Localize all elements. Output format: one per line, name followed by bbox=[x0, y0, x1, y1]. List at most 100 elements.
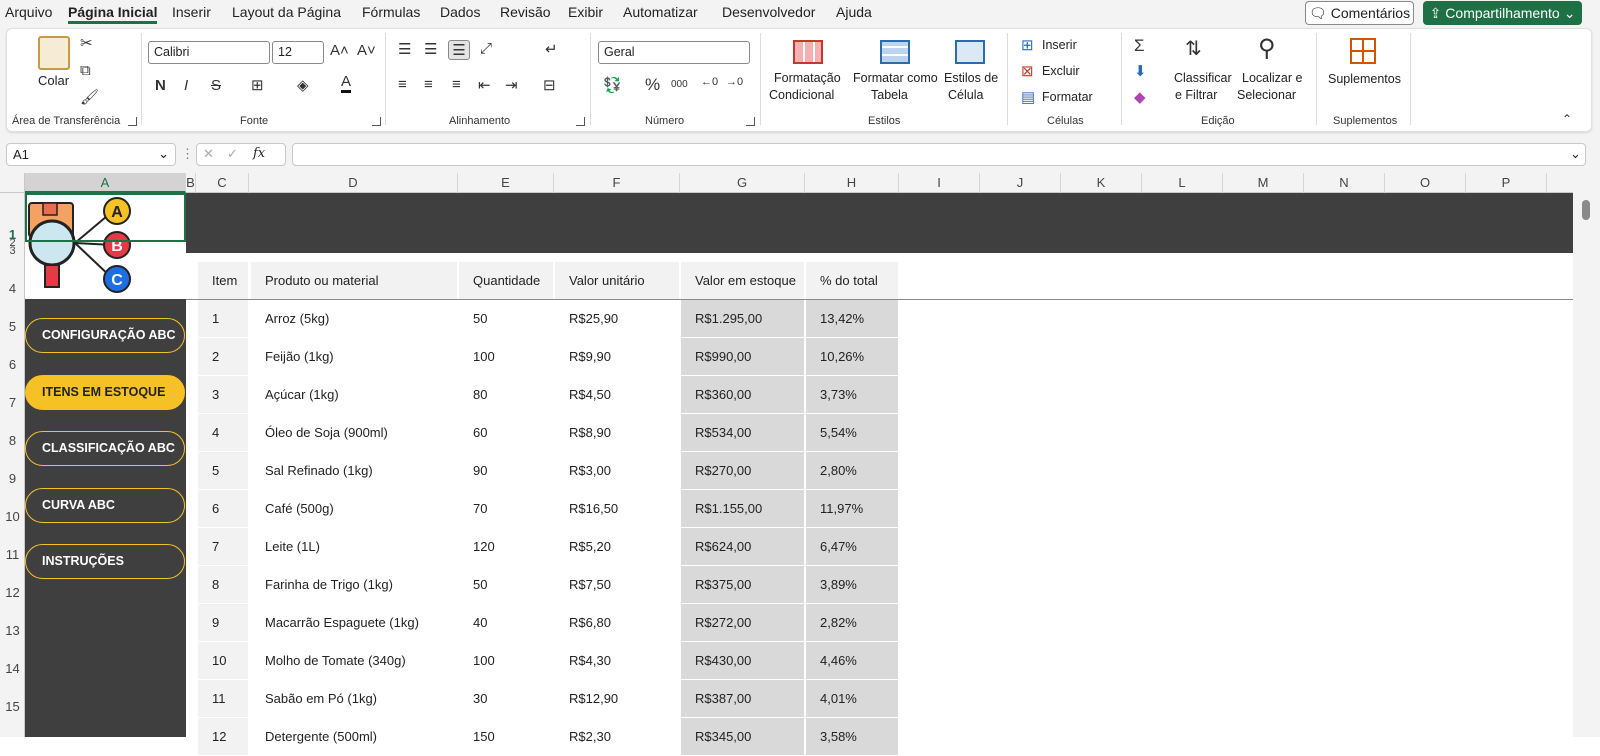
table-cell-quantidade[interactable]: 50 bbox=[459, 566, 553, 603]
table-cell-quantidade[interactable]: 100 bbox=[459, 338, 553, 375]
row-header-5[interactable]: 5 bbox=[0, 319, 25, 334]
nav-classificacao-abc[interactable]: CLASSIFICAÇÃO ABC bbox=[25, 431, 185, 466]
align-center-icon[interactable]: ≡ bbox=[424, 76, 433, 93]
row-header-13[interactable]: 13 bbox=[0, 623, 25, 638]
table-cell-percentual[interactable]: 3,73% bbox=[806, 376, 898, 413]
table-cell-valor-unitario[interactable]: R$4,50 bbox=[555, 376, 679, 413]
table-cell-percentual[interactable]: 11,97% bbox=[806, 490, 898, 527]
shrink-font-icon[interactable]: A˅ bbox=[357, 42, 376, 59]
menu-formulas[interactable]: Fórmulas bbox=[362, 4, 420, 20]
table-cell-percentual[interactable]: 5,54% bbox=[806, 414, 898, 451]
table-cell-produto[interactable]: Farinha de Trigo (1kg) bbox=[251, 566, 457, 603]
decrease-decimal-icon[interactable]: →0 bbox=[726, 76, 743, 88]
font-color-icon[interactable]: A bbox=[341, 74, 352, 93]
row-header-10[interactable]: 10 bbox=[0, 509, 25, 524]
orientation-icon[interactable]: ⤢ bbox=[480, 40, 492, 57]
table-header-item[interactable]: Item bbox=[198, 262, 248, 299]
table-cell-percentual[interactable]: 4,46% bbox=[806, 642, 898, 679]
table-cell-valor-unitario[interactable]: R$12,90 bbox=[555, 680, 679, 717]
table-cell-quantidade[interactable]: 50 bbox=[459, 300, 553, 337]
italic-button[interactable]: I bbox=[184, 77, 188, 94]
menu-arquivo[interactable]: Arquivo bbox=[5, 4, 52, 20]
table-cell-valor-estoque[interactable]: R$360,00 bbox=[681, 376, 804, 413]
share-button[interactable]: ⇪ Compartilhamento ⌄ bbox=[1423, 1, 1582, 25]
row-header-6[interactable]: 6 bbox=[0, 357, 25, 372]
row-header-12[interactable]: 12 bbox=[0, 585, 25, 600]
menu-inserir[interactable]: Inserir bbox=[172, 4, 211, 20]
cell-styles-icon[interactable] bbox=[955, 40, 985, 64]
menu-layout[interactable]: Layout da Página bbox=[232, 4, 341, 20]
menu-automatizar[interactable]: Automatizar bbox=[623, 4, 698, 20]
menu-desenvolvedor[interactable]: Desenvolvedor bbox=[722, 4, 815, 20]
menu-dados[interactable]: Dados bbox=[440, 4, 480, 20]
table-cell-quantidade[interactable]: 100 bbox=[459, 642, 553, 679]
column-header-k[interactable]: K bbox=[1061, 173, 1142, 193]
increase-indent-icon[interactable]: ⇥ bbox=[505, 76, 518, 94]
align-middle-icon[interactable]: ☰ bbox=[424, 40, 437, 58]
nav-itens-em-estoque[interactable]: ITENS EM ESTOQUE bbox=[25, 375, 185, 410]
sort-filter-icon[interactable]: ⇅ bbox=[1185, 36, 1202, 61]
table-cell-produto[interactable]: Arroz (5kg) bbox=[251, 300, 457, 337]
increase-decimal-icon[interactable]: ←0 bbox=[701, 76, 718, 88]
column-header-d[interactable]: D bbox=[249, 173, 458, 193]
conditional-format-icon[interactable] bbox=[793, 40, 823, 64]
table-cell-quantidade[interactable]: 60 bbox=[459, 414, 553, 451]
delete-cells-icon[interactable]: ⊠ bbox=[1021, 62, 1034, 80]
column-header-n[interactable]: N bbox=[1304, 173, 1385, 193]
table-cell-item[interactable]: 1 bbox=[198, 300, 248, 337]
table-cell-valor-unitario[interactable]: R$9,90 bbox=[555, 338, 679, 375]
select-all-corner[interactable] bbox=[0, 173, 25, 193]
expand-formula-icon[interactable]: ⌄ bbox=[1570, 146, 1581, 162]
column-header-i[interactable]: I bbox=[899, 173, 980, 193]
format-table-label2[interactable]: Tabela bbox=[871, 88, 908, 102]
nav-instrucoes[interactable]: INSTRUÇÕES bbox=[25, 544, 185, 579]
selected-cell-a1[interactable] bbox=[25, 193, 186, 242]
table-cell-valor-estoque[interactable]: R$1.295,00 bbox=[681, 300, 804, 337]
table-cell-quantidade[interactable]: 120 bbox=[459, 528, 553, 565]
table-header-valor-unitario[interactable]: Valor unitário bbox=[555, 262, 679, 299]
alignment-launcher-icon[interactable] bbox=[576, 117, 585, 126]
table-cell-valor-unitario[interactable]: R$8,90 bbox=[555, 414, 679, 451]
menu-pagina-inicial[interactable]: Página Inicial bbox=[68, 4, 158, 24]
name-box[interactable]: A1 ⌄ bbox=[6, 143, 176, 166]
table-cell-valor-unitario[interactable]: R$3,00 bbox=[555, 452, 679, 489]
table-cell-percentual[interactable]: 4,01% bbox=[806, 680, 898, 717]
table-cell-produto[interactable]: Feijão (1kg) bbox=[251, 338, 457, 375]
insert-cells-icon[interactable]: ⊞ bbox=[1021, 36, 1034, 54]
number-format-select[interactable]: Geral bbox=[598, 41, 750, 64]
table-cell-valor-unitario[interactable]: R$16,50 bbox=[555, 490, 679, 527]
table-cell-valor-estoque[interactable]: R$1.155,00 bbox=[681, 490, 804, 527]
row-header-14[interactable]: 14 bbox=[0, 661, 25, 676]
row-header-7[interactable]: 7 bbox=[0, 395, 25, 410]
sort-filter-label[interactable]: Classificar bbox=[1174, 71, 1232, 85]
copy-icon[interactable]: ⧉ bbox=[80, 62, 91, 79]
font-size-select[interactable]: 12 bbox=[272, 41, 324, 64]
add-ins-icon[interactable] bbox=[1350, 38, 1376, 64]
format-table-label[interactable]: Formatar como bbox=[853, 71, 938, 85]
row-header-9[interactable]: 9 bbox=[0, 471, 25, 486]
align-top-icon[interactable]: ☰ bbox=[398, 40, 411, 58]
row-header-8[interactable]: 8 bbox=[0, 433, 25, 448]
table-cell-produto[interactable]: Açúcar (1kg) bbox=[251, 376, 457, 413]
conditional-format-label[interactable]: Formatação bbox=[774, 71, 841, 85]
strikethrough-button[interactable]: S bbox=[211, 77, 221, 94]
column-header-f[interactable]: F bbox=[554, 173, 680, 193]
column-header-e[interactable]: E bbox=[458, 173, 554, 193]
table-cell-valor-estoque[interactable]: R$387,00 bbox=[681, 680, 804, 717]
format-painter-icon[interactable]: 🖌 bbox=[80, 88, 99, 106]
align-bottom-icon[interactable]: ☰ bbox=[448, 40, 470, 60]
table-cell-percentual[interactable]: 6,47% bbox=[806, 528, 898, 565]
table-cell-quantidade[interactable]: 80 bbox=[459, 376, 553, 413]
table-cell-valor-estoque[interactable]: R$270,00 bbox=[681, 452, 804, 489]
insert-cells-label[interactable]: Inserir bbox=[1042, 38, 1077, 52]
font-launcher-icon[interactable] bbox=[372, 117, 381, 126]
row-header-15[interactable]: 15 bbox=[0, 699, 25, 714]
table-cell-item[interactable]: 2 bbox=[198, 338, 248, 375]
table-cell-produto[interactable]: Sabão em Pó (1kg) bbox=[251, 680, 457, 717]
find-select-label2[interactable]: Selecionar bbox=[1237, 88, 1296, 102]
table-cell-produto[interactable]: Café (500g) bbox=[251, 490, 457, 527]
column-header-l[interactable]: L bbox=[1142, 173, 1223, 193]
format-cells-label[interactable]: Formatar bbox=[1042, 90, 1093, 104]
clipboard-launcher-icon[interactable] bbox=[128, 117, 137, 126]
table-cell-valor-estoque[interactable]: R$375,00 bbox=[681, 566, 804, 603]
